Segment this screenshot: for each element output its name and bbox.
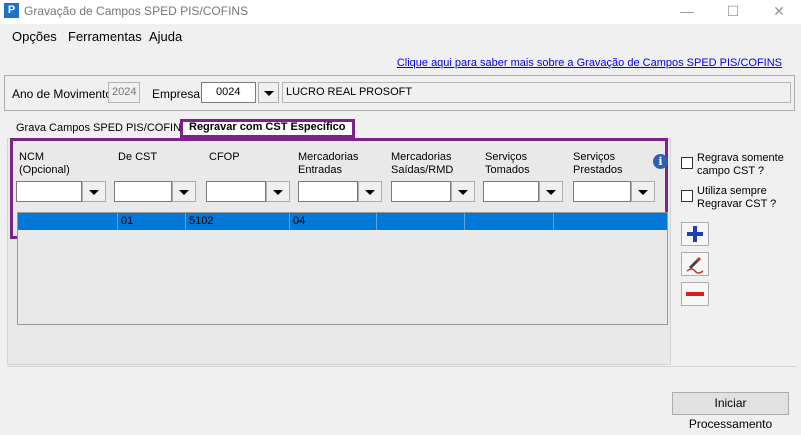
table-cell	[377, 213, 465, 230]
empresa-name-field: LUCRO REAL PROSOFT	[282, 82, 791, 103]
utiliza-label: Utiliza sempre Regravar CST ?	[697, 185, 777, 210]
cfop-combo[interactable]	[206, 181, 290, 202]
close-button[interactable]: ✕	[756, 0, 801, 24]
bottom-divider	[7, 366, 796, 367]
chevron-down-icon	[89, 189, 99, 195]
chevron-down-icon	[546, 189, 556, 195]
col-header-merc-entradas: Mercadorias Entradas	[298, 151, 359, 176]
utiliza-checkbox[interactable]	[681, 190, 693, 202]
empresa-input[interactable]: 0024	[201, 82, 256, 103]
maximize-button[interactable]: ☐	[710, 0, 756, 24]
tab-grava-campos[interactable]: Grava Campos SPED PIS/COFINS	[16, 121, 188, 138]
remove-button[interactable]	[681, 282, 709, 306]
chevron-down-icon	[179, 189, 189, 195]
table-cell: 01	[118, 213, 186, 230]
ncm-combo[interactable]	[16, 181, 106, 202]
chevron-down-icon	[263, 90, 274, 96]
table-cell	[554, 213, 667, 230]
table-cell	[465, 213, 554, 230]
regrava-label: Regrava somente campo CST ?	[697, 152, 784, 177]
empresa-label: Empresa:	[152, 87, 204, 101]
de-cst-combo[interactable]	[114, 181, 196, 202]
chevron-down-icon	[273, 189, 283, 195]
chevron-down-icon	[365, 189, 375, 195]
table-cell	[18, 213, 118, 230]
col-header-serv-tomados: Serviços Tomados	[485, 151, 530, 176]
empresa-dropdown-button[interactable]	[258, 82, 279, 103]
window-title: Gravação de Campos SPED PIS/COFINS	[24, 4, 249, 18]
col-header-de-cst: De CST	[118, 151, 158, 163]
add-button[interactable]	[681, 222, 709, 246]
tab-regravar-cst[interactable]: Regravar com CST Específico	[180, 119, 355, 138]
add-icon	[687, 226, 703, 242]
table-cell: 04	[290, 213, 377, 230]
menu-opcoes[interactable]: Opções	[12, 29, 57, 44]
col-header-cfop: CFOP	[209, 151, 240, 163]
serv-prestados-combo[interactable]	[573, 181, 655, 202]
regrava-checkbox[interactable]	[681, 157, 693, 169]
ano-label: Ano de Movimento:	[12, 87, 116, 101]
info-icon[interactable]: i	[653, 154, 668, 169]
table-row[interactable]: 01 5102 04	[18, 213, 667, 230]
ano-input[interactable]: 2024	[108, 82, 140, 103]
menu-ajuda[interactable]: Ajuda	[149, 29, 182, 44]
col-header-serv-prestados: Serviços Prestados	[573, 151, 623, 176]
minimize-button[interactable]: —	[664, 0, 710, 24]
remove-icon	[686, 292, 704, 296]
help-link[interactable]: Clique aqui para saber mais sobre a Grav…	[397, 57, 782, 69]
edit-button[interactable]	[681, 252, 709, 276]
edit-icon	[686, 256, 704, 274]
menu-ferramentas[interactable]: Ferramentas	[68, 29, 142, 44]
col-header-merc-saidas: Mercadorias Saídas/RMD	[391, 151, 454, 176]
serv-tomados-combo[interactable]	[483, 181, 563, 202]
chevron-down-icon	[458, 189, 468, 195]
chevron-down-icon	[638, 189, 648, 195]
iniciar-processamento-button[interactable]: Iniciar Processamento	[672, 392, 789, 431]
col-header-ncm: NCM (Opcional)	[19, 151, 70, 176]
app-icon: P	[4, 3, 19, 18]
merc-entradas-combo[interactable]	[298, 181, 382, 202]
merc-saidas-combo[interactable]	[391, 181, 475, 202]
table-cell: 5102	[186, 213, 290, 230]
